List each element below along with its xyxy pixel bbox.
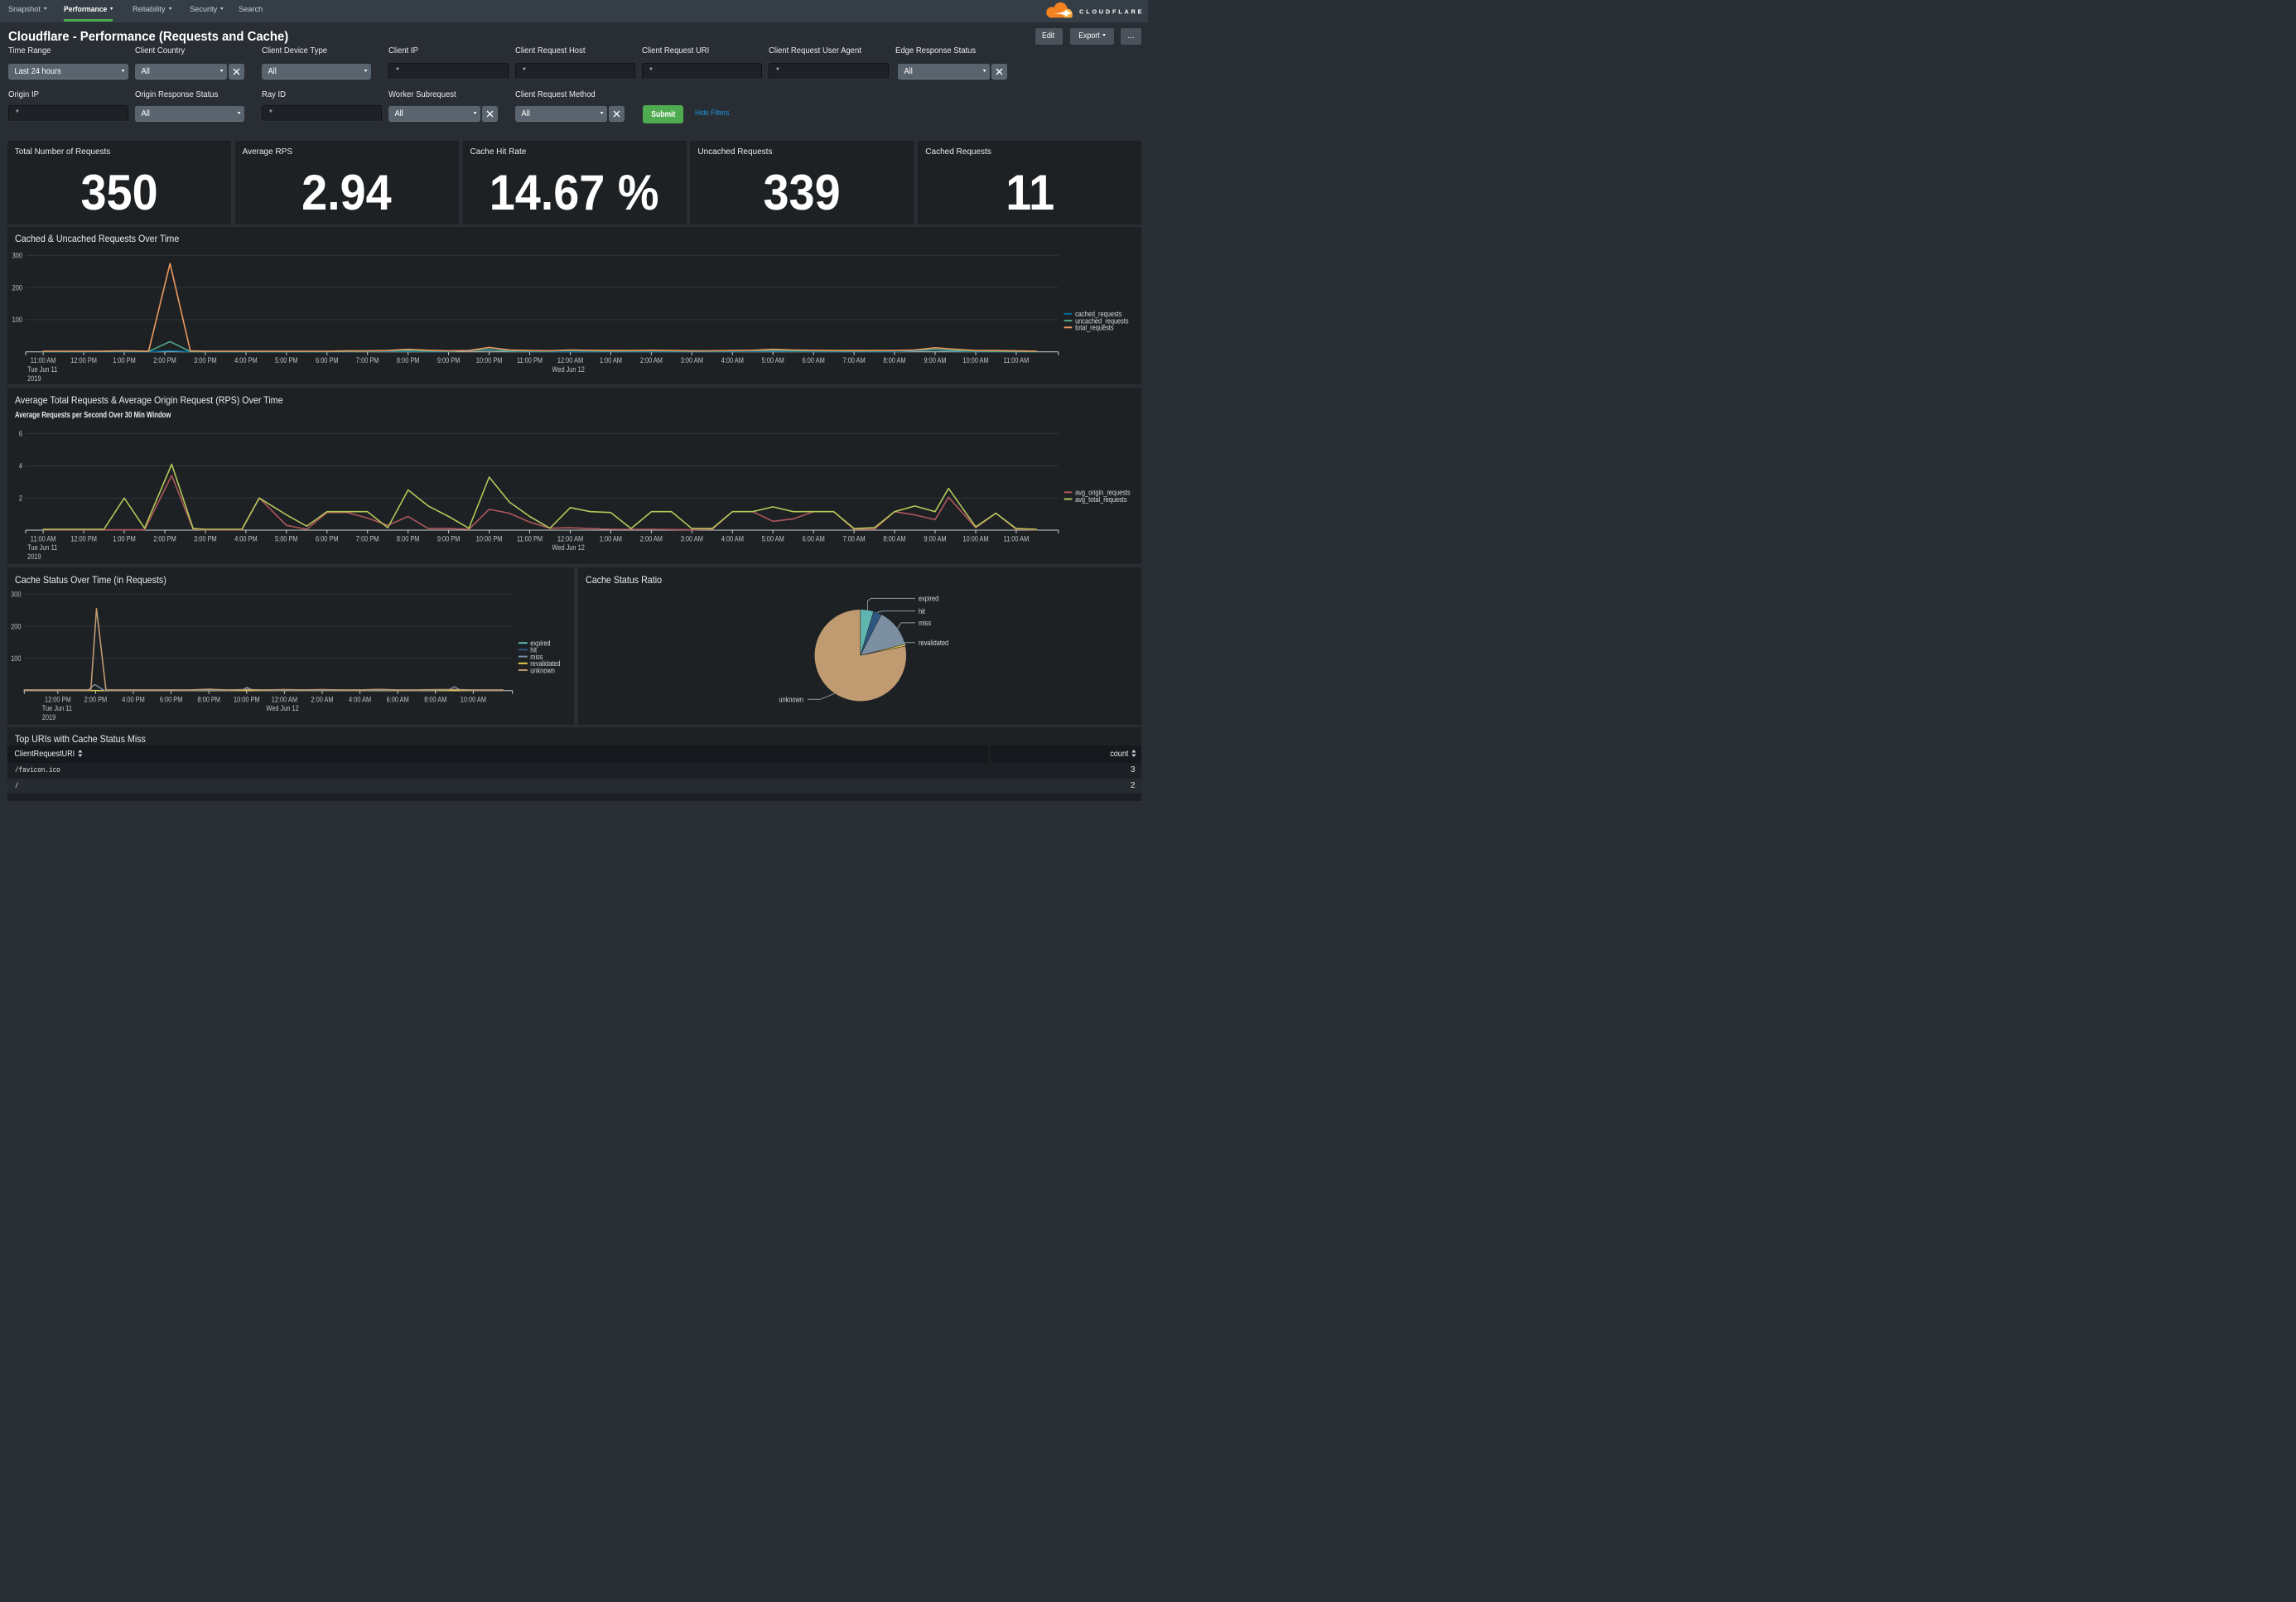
svg-text:6:00 AM: 6:00 AM xyxy=(802,355,824,364)
svg-text:11:00 AM: 11:00 AM xyxy=(1003,533,1029,543)
svg-text:revalidated: revalidated xyxy=(918,638,948,647)
svg-text:9:00 AM: 9:00 AM xyxy=(924,355,946,364)
svg-text:2:00 AM: 2:00 AM xyxy=(640,533,663,543)
svg-text:12:00 PM: 12:00 PM xyxy=(70,533,97,543)
svg-text:11:00 AM: 11:00 AM xyxy=(1003,355,1029,364)
svg-text:3:00 PM: 3:00 PM xyxy=(194,533,217,543)
svg-text:11:00 PM: 11:00 PM xyxy=(517,355,543,364)
svg-text:2019: 2019 xyxy=(27,373,41,382)
svg-text:7:00 PM: 7:00 PM xyxy=(356,533,379,543)
svg-text:2: 2 xyxy=(19,493,22,502)
svg-text:1:00 AM: 1:00 AM xyxy=(600,533,622,543)
svg-text:9:00 AM: 9:00 AM xyxy=(924,533,946,543)
svg-text:3:00 AM: 3:00 AM xyxy=(680,355,702,364)
svg-text:3:00 AM: 3:00 AM xyxy=(680,533,702,543)
svg-text:Tue Jun 11: Tue Jun 11 xyxy=(27,364,57,374)
svg-text:4:00 AM: 4:00 AM xyxy=(721,533,743,543)
svg-text:Wed Jun 12: Wed Jun 12 xyxy=(552,543,585,552)
svg-text:1:00 PM: 1:00 PM xyxy=(113,355,136,364)
svg-text:12:00 AM: 12:00 AM xyxy=(557,533,583,543)
svg-text:4:00 PM: 4:00 PM xyxy=(122,695,145,704)
svg-text:8:00 AM: 8:00 AM xyxy=(883,533,905,543)
svg-text:3:00 PM: 3:00 PM xyxy=(194,355,217,364)
svg-text:Wed Jun 12: Wed Jun 12 xyxy=(266,704,299,713)
svg-text:300: 300 xyxy=(12,250,22,259)
svg-text:6:00 AM: 6:00 AM xyxy=(386,695,408,704)
svg-text:unknown: unknown xyxy=(530,666,555,675)
svg-text:8:00 AM: 8:00 AM xyxy=(883,355,905,364)
svg-text:8:00 PM: 8:00 PM xyxy=(397,533,420,543)
svg-text:4:00 PM: 4:00 PM xyxy=(234,355,258,364)
svg-text:10:00 PM: 10:00 PM xyxy=(475,355,502,364)
svg-text:hit: hit xyxy=(918,606,924,615)
svg-text:6:00 PM: 6:00 PM xyxy=(316,533,339,543)
svg-text:1:00 PM: 1:00 PM xyxy=(113,533,136,543)
svg-text:2:00 PM: 2:00 PM xyxy=(153,355,176,364)
svg-text:2:00 PM: 2:00 PM xyxy=(84,695,107,704)
svg-text:9:00 PM: 9:00 PM xyxy=(437,355,461,364)
svg-text:300: 300 xyxy=(11,590,22,599)
svg-text:11:00 AM: 11:00 AM xyxy=(30,355,55,364)
svg-text:4: 4 xyxy=(19,461,22,470)
svg-text:10:00 AM: 10:00 AM xyxy=(962,533,988,543)
svg-text:6:00 PM: 6:00 PM xyxy=(160,695,183,704)
svg-text:2:00 PM: 2:00 PM xyxy=(153,533,176,543)
svg-text:2019: 2019 xyxy=(27,552,41,561)
svg-text:12:00 PM: 12:00 PM xyxy=(45,695,71,704)
svg-text:4:00 PM: 4:00 PM xyxy=(234,533,258,543)
svg-text:avg_total_requests: avg_total_requests xyxy=(1075,495,1126,504)
svg-text:100: 100 xyxy=(12,315,22,324)
svg-text:200: 200 xyxy=(12,282,22,292)
svg-text:Wed Jun 12: Wed Jun 12 xyxy=(552,364,585,374)
svg-text:10:00 PM: 10:00 PM xyxy=(234,695,260,704)
svg-text:Tue Jun 11: Tue Jun 11 xyxy=(27,543,57,552)
svg-text:total_requests: total_requests xyxy=(1075,322,1113,331)
svg-text:12:00 AM: 12:00 AM xyxy=(557,355,583,364)
svg-text:12:00 AM: 12:00 AM xyxy=(271,695,297,704)
svg-text:6: 6 xyxy=(19,429,22,438)
svg-text:expired: expired xyxy=(918,594,938,603)
svg-text:7:00 PM: 7:00 PM xyxy=(356,355,379,364)
svg-text:5:00 PM: 5:00 PM xyxy=(275,533,298,543)
svg-text:7:00 AM: 7:00 AM xyxy=(842,533,865,543)
svg-text:unknown: unknown xyxy=(779,695,803,704)
svg-text:7:00 AM: 7:00 AM xyxy=(842,355,865,364)
svg-text:5:00 PM: 5:00 PM xyxy=(275,355,298,364)
svg-text:2019: 2019 xyxy=(41,712,55,721)
svg-text:8:00 AM: 8:00 AM xyxy=(424,695,446,704)
svg-text:10:00 AM: 10:00 AM xyxy=(962,355,988,364)
svg-text:5:00 AM: 5:00 AM xyxy=(761,355,784,364)
svg-text:6:00 AM: 6:00 AM xyxy=(802,533,824,543)
svg-text:4:00 AM: 4:00 AM xyxy=(721,355,743,364)
svg-text:5:00 AM: 5:00 AM xyxy=(761,533,784,543)
svg-text:2:00 AM: 2:00 AM xyxy=(311,695,333,704)
svg-text:2:00 AM: 2:00 AM xyxy=(640,355,663,364)
svg-text:11:00 AM: 11:00 AM xyxy=(30,533,55,543)
svg-text:miss: miss xyxy=(918,618,930,627)
svg-text:11:00 PM: 11:00 PM xyxy=(517,533,543,543)
svg-text:1:00 AM: 1:00 AM xyxy=(600,355,622,364)
svg-text:CLOUDFLARE: CLOUDFLARE xyxy=(1079,7,1144,15)
svg-text:100: 100 xyxy=(11,654,22,663)
svg-text:10:00 AM: 10:00 AM xyxy=(460,695,485,704)
svg-text:Tue Jun 11: Tue Jun 11 xyxy=(41,704,71,713)
svg-text:12:00 PM: 12:00 PM xyxy=(70,355,97,364)
svg-text:8:00 PM: 8:00 PM xyxy=(397,355,420,364)
svg-text:8:00 PM: 8:00 PM xyxy=(197,695,220,704)
svg-text:200: 200 xyxy=(11,622,22,631)
svg-text:4:00 AM: 4:00 AM xyxy=(349,695,371,704)
svg-text:9:00 PM: 9:00 PM xyxy=(437,533,461,543)
svg-text:6:00 PM: 6:00 PM xyxy=(316,355,339,364)
svg-text:10:00 PM: 10:00 PM xyxy=(475,533,502,543)
